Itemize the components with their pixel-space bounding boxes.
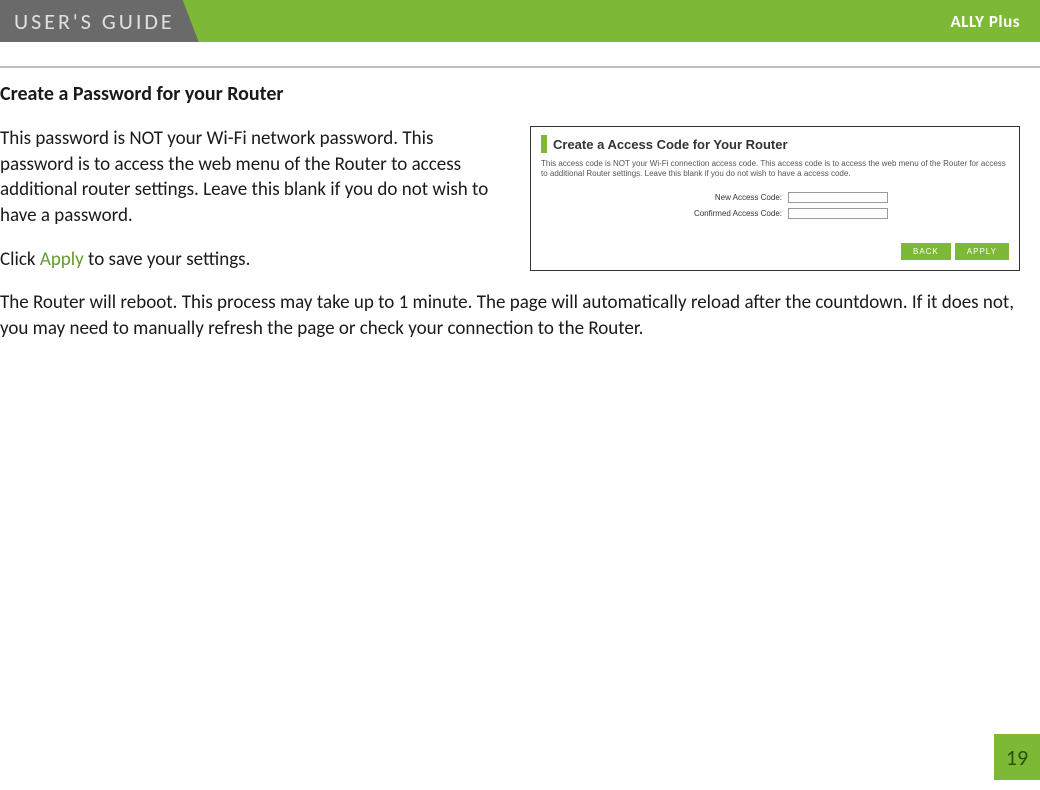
new-access-code-label: New Access Code: [662,193,782,202]
top-row: This password is NOT your Wi-Fi network … [0,126,1020,290]
product-name: ALLY Plus [951,11,1021,32]
page-number: 19 [994,734,1040,780]
section-heading: Create a Password for your Router [0,82,1020,106]
guide-label: USER'S GUIDE [0,0,199,42]
figure-button-row: BACK APPLY [541,243,1009,260]
new-access-code-input[interactable] [788,192,888,203]
figure-description: This access code is NOT your Wi-Fi conne… [541,159,1009,180]
form-row-confirm-code: Confirmed Access Code: [541,208,1009,219]
page-header: USER'S GUIDE ALLY Plus [0,0,1040,42]
confirm-access-code-label: Confirmed Access Code: [662,209,782,218]
apply-button[interactable]: APPLY [955,243,1009,260]
apply-highlight: Apply [40,248,84,271]
paragraph-1: This password is NOT your Wi-Fi network … [0,126,510,229]
paragraph-2: Click Apply to save your settings. [0,247,510,273]
paragraph-3: The Router will reboot. This process may… [0,290,1020,341]
para2-suffix: to save your settings. [84,248,251,271]
para2-prefix: Click [0,248,40,271]
header-left: USER'S GUIDE [0,0,199,42]
screenshot-figure: Create a Access Code for Your Router Thi… [530,126,1020,271]
form-row-new-code: New Access Code: [541,192,1009,203]
confirm-access-code-input[interactable] [788,208,888,219]
figure-title: Create a Access Code for Your Router [553,137,788,152]
title-accent-bar [541,135,547,153]
figure-title-row: Create a Access Code for Your Router [541,135,1009,153]
back-button[interactable]: BACK [901,243,951,260]
page-content: Create a Password for your Router This p… [0,68,1040,341]
left-column: This password is NOT your Wi-Fi network … [0,126,510,290]
